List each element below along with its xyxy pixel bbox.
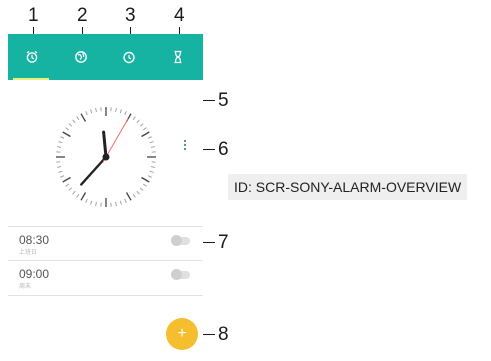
callout-7: 7 [218, 232, 229, 253]
minute-tick [56, 166, 62, 168]
stopwatch-icon [123, 51, 135, 64]
minute-tick [58, 170, 63, 173]
minute-tick [142, 183, 147, 187]
tab-stopwatch[interactable] [105, 34, 153, 80]
hour-tick [80, 192, 87, 201]
divider [8, 295, 203, 296]
callout-8: 8 [218, 324, 229, 345]
minute-tick [139, 123, 144, 127]
minute-tick [119, 109, 122, 114]
minute-tick [147, 136, 152, 139]
minute-tick [65, 127, 70, 131]
minute-tick [56, 146, 62, 148]
minute-tick [132, 193, 136, 198]
callout-3: 3 [125, 5, 136, 26]
hour-tick [141, 131, 150, 138]
hour-tick [80, 113, 87, 122]
minute-tick [119, 200, 122, 205]
minute-tick [68, 187, 73, 191]
minute-tick [85, 111, 88, 116]
hour-tick [125, 192, 132, 201]
clock-app-screen: 08:30 上班日 09:00 周末 + [8, 34, 203, 359]
plus-icon: + [177, 325, 187, 342]
minute-tick [85, 198, 88, 203]
alarm-toggle[interactable] [171, 269, 190, 280]
minute-tick [76, 193, 80, 198]
alarm-row-1[interactable]: 08:30 上班日 [8, 227, 203, 260]
minute-tick [150, 146, 156, 148]
alarm-time: 09:00 [19, 267, 50, 281]
alarm-label: 周末 [19, 284, 32, 290]
minute-tick [150, 166, 156, 168]
alarm-toggle[interactable] [171, 235, 190, 246]
toggle-knob [171, 269, 182, 280]
minute-tick [142, 127, 147, 131]
add-alarm-button[interactable]: + [166, 318, 198, 350]
minute-tick [68, 123, 73, 127]
minute-tick [65, 183, 70, 187]
minute-tick [60, 136, 65, 139]
minute-tick [72, 119, 76, 124]
hour-tick [141, 176, 150, 183]
minute-tick [124, 111, 127, 116]
analog-clock [56, 107, 156, 207]
callout-1: 1 [28, 5, 39, 26]
hourglass-icon [174, 50, 182, 64]
hour-hand [102, 130, 108, 159]
callout-5: 5 [218, 90, 229, 111]
toggle-knob [171, 235, 182, 246]
alarm-label: 上班日 [19, 250, 38, 256]
tab-bar [8, 34, 203, 80]
minute-tick [149, 141, 154, 144]
alarm-time: 08:30 [19, 233, 50, 247]
tab-timer[interactable] [154, 34, 202, 80]
minute-tick [95, 107, 97, 113]
callout-6: 6 [218, 139, 229, 160]
tab-alarm[interactable] [8, 34, 56, 80]
minute-tick [76, 116, 80, 121]
alarm-row-2[interactable]: 09:00 周末 [8, 261, 203, 294]
alarm-icon [26, 50, 38, 63]
globe-icon [75, 51, 87, 63]
minute-tick [115, 107, 117, 113]
minute-tick [149, 170, 154, 173]
minute-tick [136, 190, 140, 195]
minute-hand [80, 155, 108, 186]
minute-tick [58, 141, 63, 144]
more-options-icon[interactable] [184, 140, 187, 150]
minute-tick [124, 198, 127, 203]
minute-tick [90, 109, 93, 114]
minute-tick [72, 190, 76, 195]
screenshot-id-label: ID: SCR-SONY-ALARM-OVERVIEW [228, 174, 468, 200]
minute-tick [115, 201, 117, 207]
minute-tick [147, 175, 152, 178]
callout-2: 2 [77, 5, 88, 26]
minute-tick [95, 201, 97, 207]
clock-panel [8, 80, 203, 226]
minute-tick [90, 200, 93, 205]
hour-tick [62, 176, 71, 183]
callout-4: 4 [174, 5, 185, 26]
clock-center-pin [102, 153, 110, 161]
minute-tick [60, 175, 65, 178]
minute-tick [136, 119, 140, 124]
hour-tick [62, 131, 71, 138]
minute-tick [139, 187, 144, 191]
tab-world-clock[interactable] [57, 34, 105, 80]
minute-tick [132, 116, 136, 121]
